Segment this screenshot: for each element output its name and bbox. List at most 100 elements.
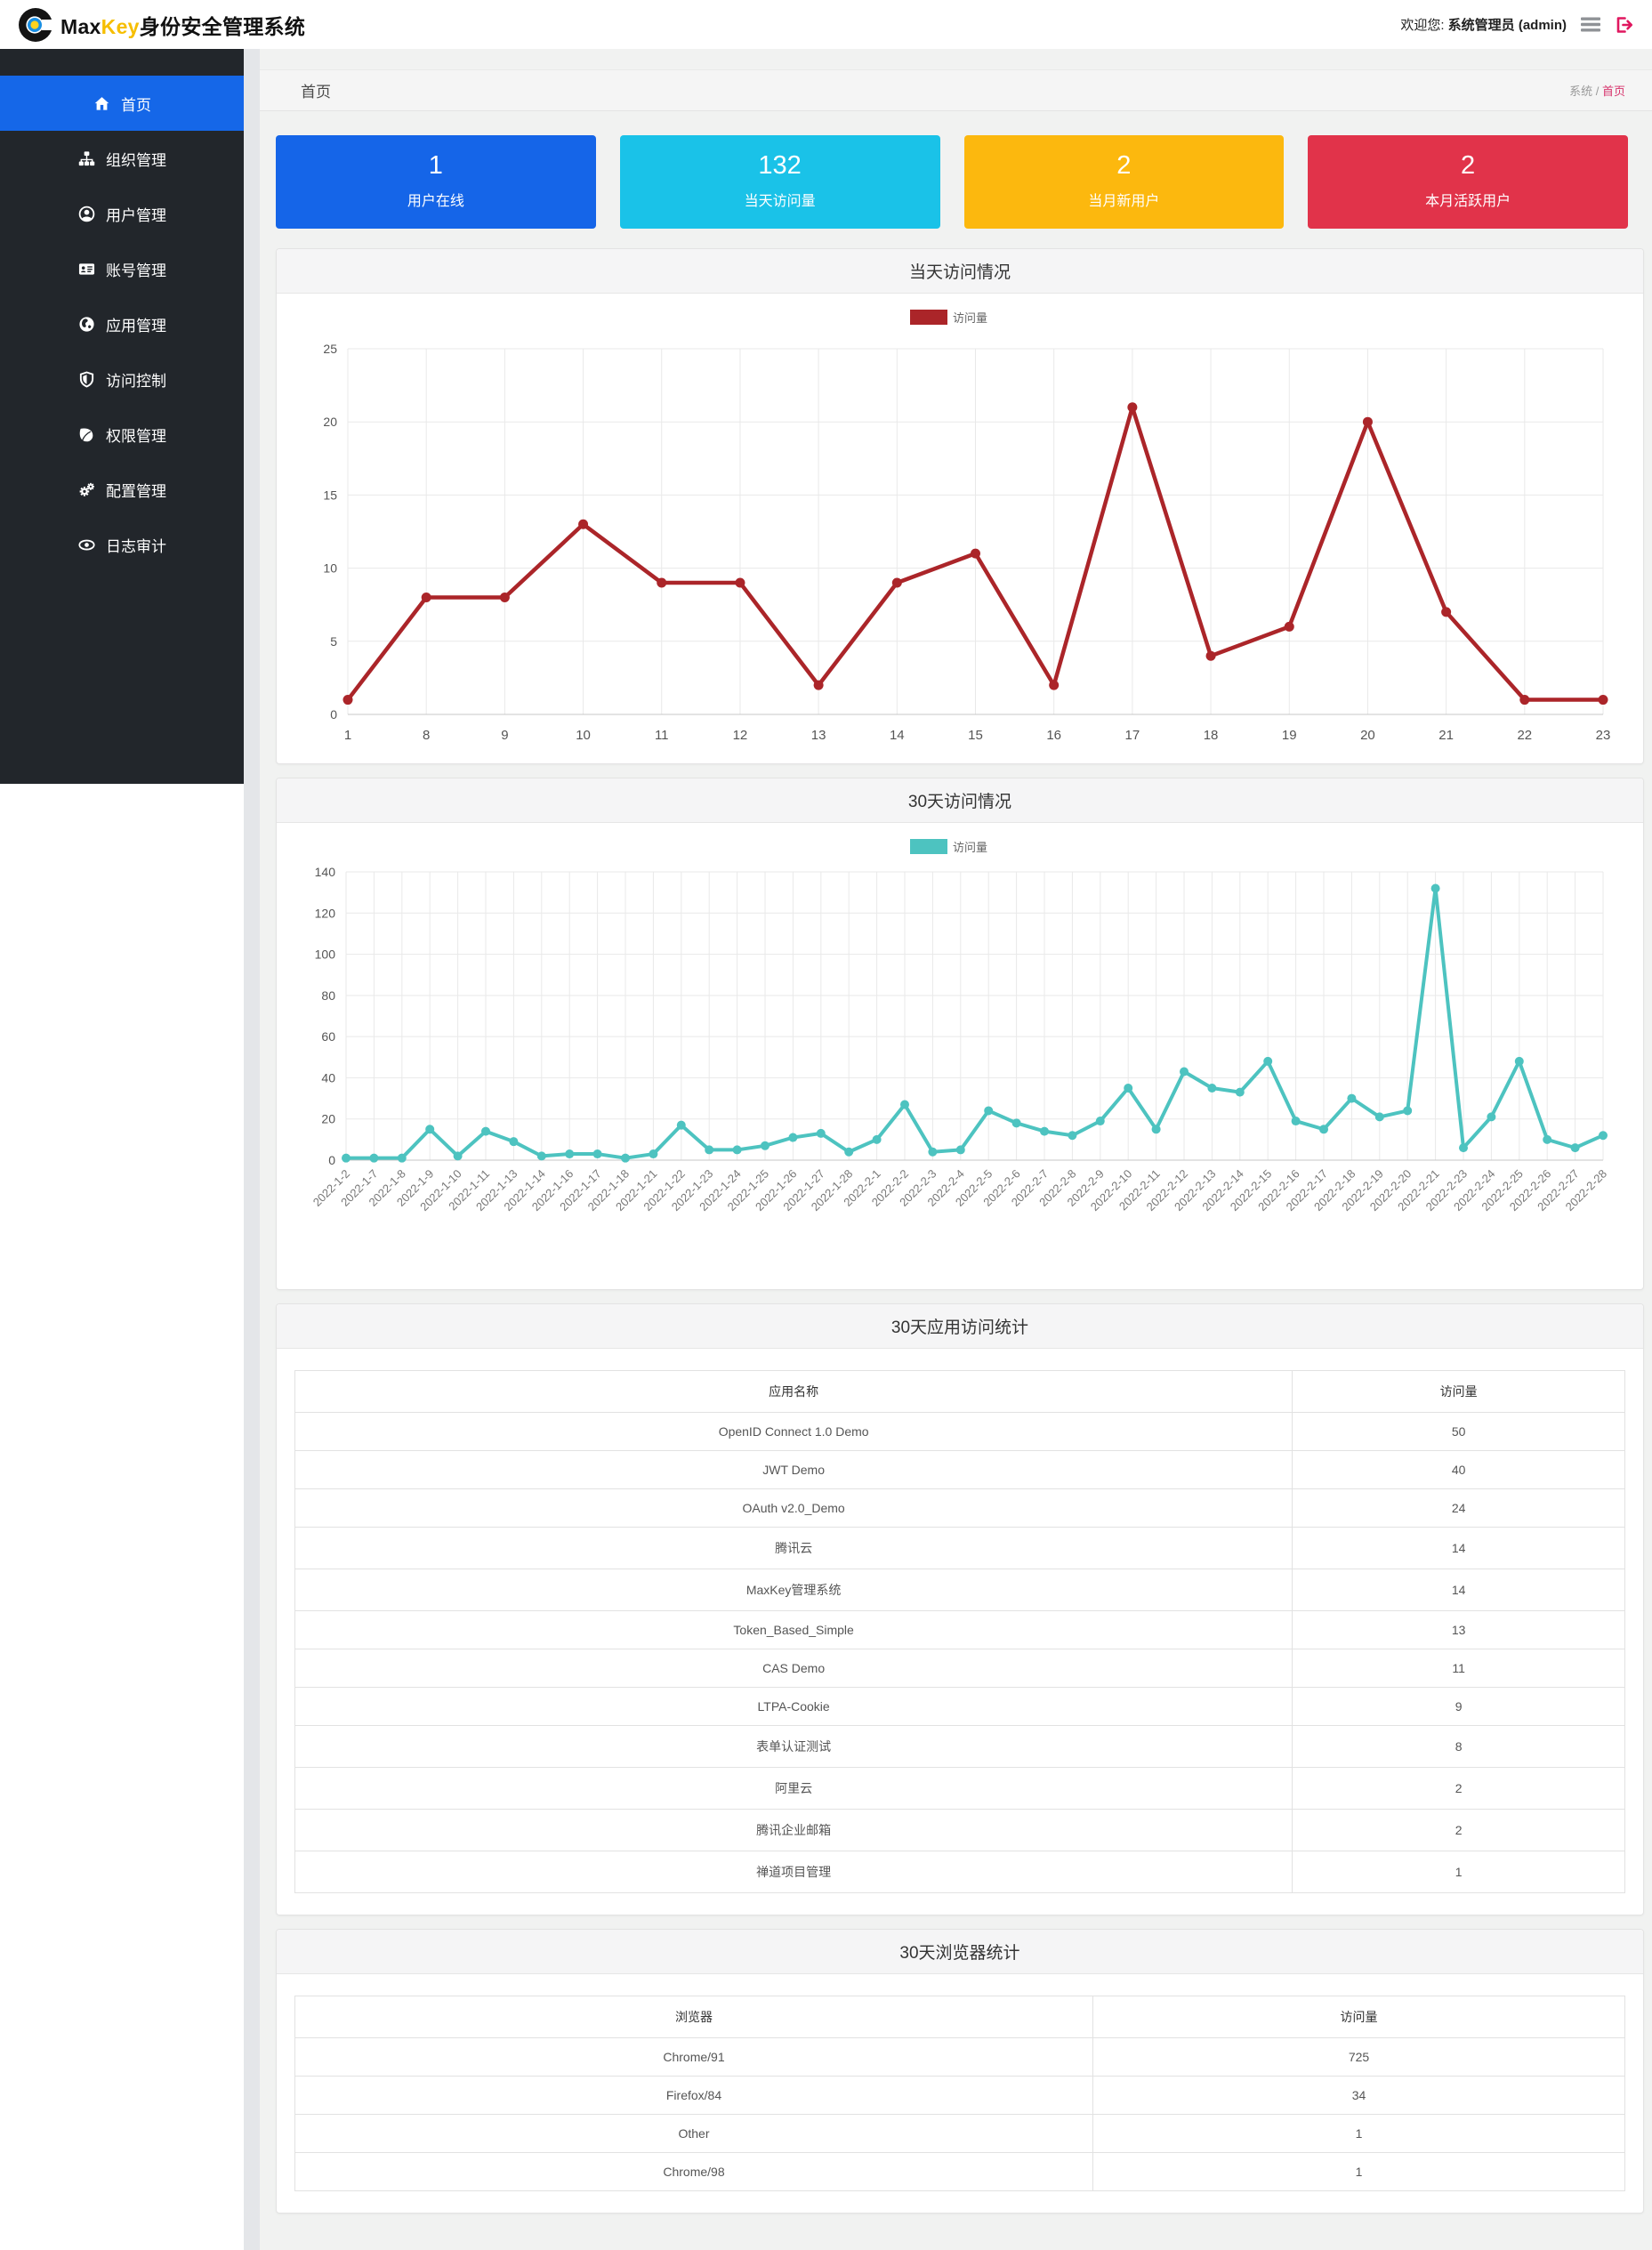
table-cell: MaxKey管理系统 bbox=[295, 1569, 1293, 1611]
monthly-visits-chart: 0204060801001201402022-1-22022-1-72022-1… bbox=[277, 823, 1643, 1289]
main-content: 首页 系统 / 首页 1 用户在线 132当天访问量 2 当月新用户 2 本月活跃用户 当天… bbox=[260, 49, 1652, 2250]
table-row: Firefox/8434 bbox=[295, 2077, 1625, 2115]
table-cell: Chrome/91 bbox=[295, 2038, 1093, 2077]
sidebar-item-label: 访问控制 bbox=[106, 368, 166, 391]
brand-suffix: 身份安全管理系统 bbox=[140, 15, 305, 38]
breadcrumb-trail: 系统 / 首页 bbox=[1569, 82, 1625, 99]
sidebar-item-permission[interactable]: 权限管理 bbox=[0, 407, 244, 462]
table-cell: 禅道项目管理 bbox=[295, 1851, 1293, 1893]
svg-text:22: 22 bbox=[1517, 728, 1532, 743]
table-cell: 8 bbox=[1293, 1726, 1625, 1768]
sidebar-item-account[interactable]: 账号管理 bbox=[0, 241, 244, 296]
table-cell: 腾讯云 bbox=[295, 1528, 1293, 1569]
svg-text:23: 23 bbox=[1596, 728, 1611, 743]
stat-card-2: 2 当月新用户 bbox=[964, 135, 1285, 229]
svg-text:16: 16 bbox=[1046, 728, 1061, 743]
svg-text:1: 1 bbox=[344, 728, 351, 743]
stat-card-value: 2 bbox=[964, 149, 1285, 181]
svg-text:10: 10 bbox=[576, 728, 591, 743]
table-cell: LTPA-Cookie bbox=[295, 1688, 1293, 1726]
svg-text:20: 20 bbox=[321, 1112, 335, 1126]
sidebar-item-home[interactable]: 首页 bbox=[0, 76, 244, 131]
panel-30day-visits: 30天访问情况 0204060801001201402022-1-22022-1… bbox=[276, 778, 1644, 1290]
globe-icon bbox=[77, 316, 95, 333]
table-row: OpenID Connect 1.0 Demo50 bbox=[295, 1413, 1625, 1451]
logout-icon[interactable] bbox=[1615, 15, 1634, 35]
column-header: 访问量 bbox=[1293, 1371, 1625, 1413]
home-icon bbox=[93, 95, 110, 112]
welcome-prefix: 欢迎您: bbox=[1400, 18, 1447, 33]
table-cell: 腾讯企业邮箱 bbox=[295, 1810, 1293, 1851]
table-row: 阿里云2 bbox=[295, 1768, 1625, 1810]
menu-icon[interactable] bbox=[1581, 16, 1600, 33]
table-cell: 1 bbox=[1293, 1851, 1625, 1893]
stat-card-label: 当月新用户 bbox=[964, 189, 1285, 210]
stat-card-value: 2 bbox=[1308, 149, 1628, 181]
sidebar-item-org[interactable]: 组织管理 bbox=[0, 131, 244, 186]
panel-title-app-stats: 30天应用访问统计 bbox=[277, 1304, 1643, 1349]
svg-text:0: 0 bbox=[330, 707, 337, 722]
sidebar-item-access[interactable]: 访问控制 bbox=[0, 351, 244, 407]
panel-title-browser-stats: 30天浏览器统计 bbox=[277, 1930, 1643, 1974]
table-cell: CAS Demo bbox=[295, 1649, 1293, 1688]
svg-text:8: 8 bbox=[423, 728, 430, 743]
table-cell: Token_Based_Simple bbox=[295, 1611, 1293, 1649]
leaf-icon bbox=[77, 426, 95, 443]
page-title: 首页 bbox=[301, 79, 331, 101]
table-row: 禅道项目管理1 bbox=[295, 1851, 1625, 1893]
svg-text:21: 21 bbox=[1438, 728, 1454, 743]
column-header: 浏览器 bbox=[295, 1996, 1093, 2038]
table-row: CAS Demo11 bbox=[295, 1649, 1625, 1688]
svg-text:13: 13 bbox=[811, 728, 826, 743]
svg-text:120: 120 bbox=[315, 906, 336, 920]
sidebar-item-user[interactable]: 用户管理 bbox=[0, 186, 244, 241]
sidebar-item-label: 日志审计 bbox=[106, 534, 166, 556]
gears-icon bbox=[77, 481, 95, 498]
stat-card-label: 用户在线 bbox=[276, 189, 596, 210]
table-cell: JWT Demo bbox=[295, 1451, 1293, 1489]
brand-max: Max bbox=[60, 15, 101, 38]
breadcrumb: 首页 系统 / 首页 bbox=[260, 69, 1652, 111]
stat-card-1: 132当天访问量 bbox=[620, 135, 940, 229]
table-row: Chrome/981 bbox=[295, 2153, 1625, 2191]
breadcrumb-separator: / bbox=[1592, 85, 1602, 98]
svg-text:60: 60 bbox=[321, 1029, 335, 1044]
svg-text:11: 11 bbox=[655, 728, 669, 743]
table-cell: Chrome/98 bbox=[295, 2153, 1093, 2191]
svg-text:10: 10 bbox=[323, 561, 337, 576]
svg-text:20: 20 bbox=[323, 415, 337, 429]
table-cell: 24 bbox=[1293, 1489, 1625, 1528]
table-cell: OAuth v2.0_Demo bbox=[295, 1489, 1293, 1528]
stat-card-value: 1 bbox=[276, 149, 596, 181]
svg-text:访问量: 访问量 bbox=[953, 841, 987, 854]
stat-card-label: 本月活跃用户 bbox=[1308, 189, 1628, 210]
table-row: Token_Based_Simple13 bbox=[295, 1611, 1625, 1649]
svg-text:14: 14 bbox=[890, 728, 905, 743]
svg-text:5: 5 bbox=[330, 634, 337, 649]
svg-text:12: 12 bbox=[733, 728, 748, 743]
column-header: 应用名称 bbox=[295, 1371, 1293, 1413]
table-header-row: 浏览器访问量 bbox=[295, 1996, 1625, 2038]
sidebar-item-audit[interactable]: 日志审计 bbox=[0, 517, 244, 572]
svg-text:80: 80 bbox=[321, 988, 335, 1003]
svg-text:15: 15 bbox=[323, 488, 337, 502]
stat-card-label: 当天访问量 bbox=[620, 189, 940, 210]
table-cell: 1 bbox=[1093, 2153, 1625, 2191]
sidebar-item-config[interactable]: 配置管理 bbox=[0, 462, 244, 517]
breadcrumb-current[interactable]: 首页 bbox=[1602, 85, 1625, 98]
sidebar-item-app[interactable]: 应用管理 bbox=[0, 296, 244, 351]
table-cell: 1 bbox=[1093, 2115, 1625, 2153]
table-row: 腾讯云14 bbox=[295, 1528, 1625, 1569]
table-cell: 阿里云 bbox=[295, 1768, 1293, 1810]
table-cell: 11 bbox=[1293, 1649, 1625, 1688]
sitemap-icon bbox=[77, 150, 95, 167]
table-row: 腾讯企业邮箱2 bbox=[295, 1810, 1625, 1851]
today-visits-chart: 0510152025189101112131415161718192021222… bbox=[277, 294, 1643, 763]
sidebar-scrollbar[interactable] bbox=[244, 49, 260, 2250]
svg-text:40: 40 bbox=[321, 1070, 335, 1085]
sidebar: 首页组织管理用户管理账号管理应用管理访问控制权限管理配置管理日志审计 bbox=[0, 49, 244, 2250]
panel-app-stats: 30天应用访问统计 应用名称访问量OpenID Connect 1.0 Demo… bbox=[276, 1303, 1644, 1915]
id-card-icon bbox=[77, 261, 95, 278]
table-header-row: 应用名称访问量 bbox=[295, 1371, 1625, 1413]
svg-text:18: 18 bbox=[1204, 728, 1219, 743]
